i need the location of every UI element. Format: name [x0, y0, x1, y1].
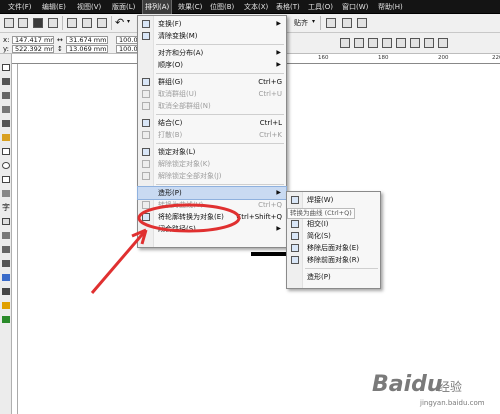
annotation-arrow-shaft: [90, 229, 148, 294]
baidu-watermark: Baidu 经验 jingyan.baidu.com: [372, 372, 496, 412]
watermark-sub: 经验: [438, 380, 463, 394]
annotation-overlay: [90, 203, 241, 294]
annotation-circle: [137, 203, 241, 233]
watermark-url: jingyan.baidu.com: [420, 399, 485, 407]
watermark-brand: Baidu: [372, 372, 443, 397]
